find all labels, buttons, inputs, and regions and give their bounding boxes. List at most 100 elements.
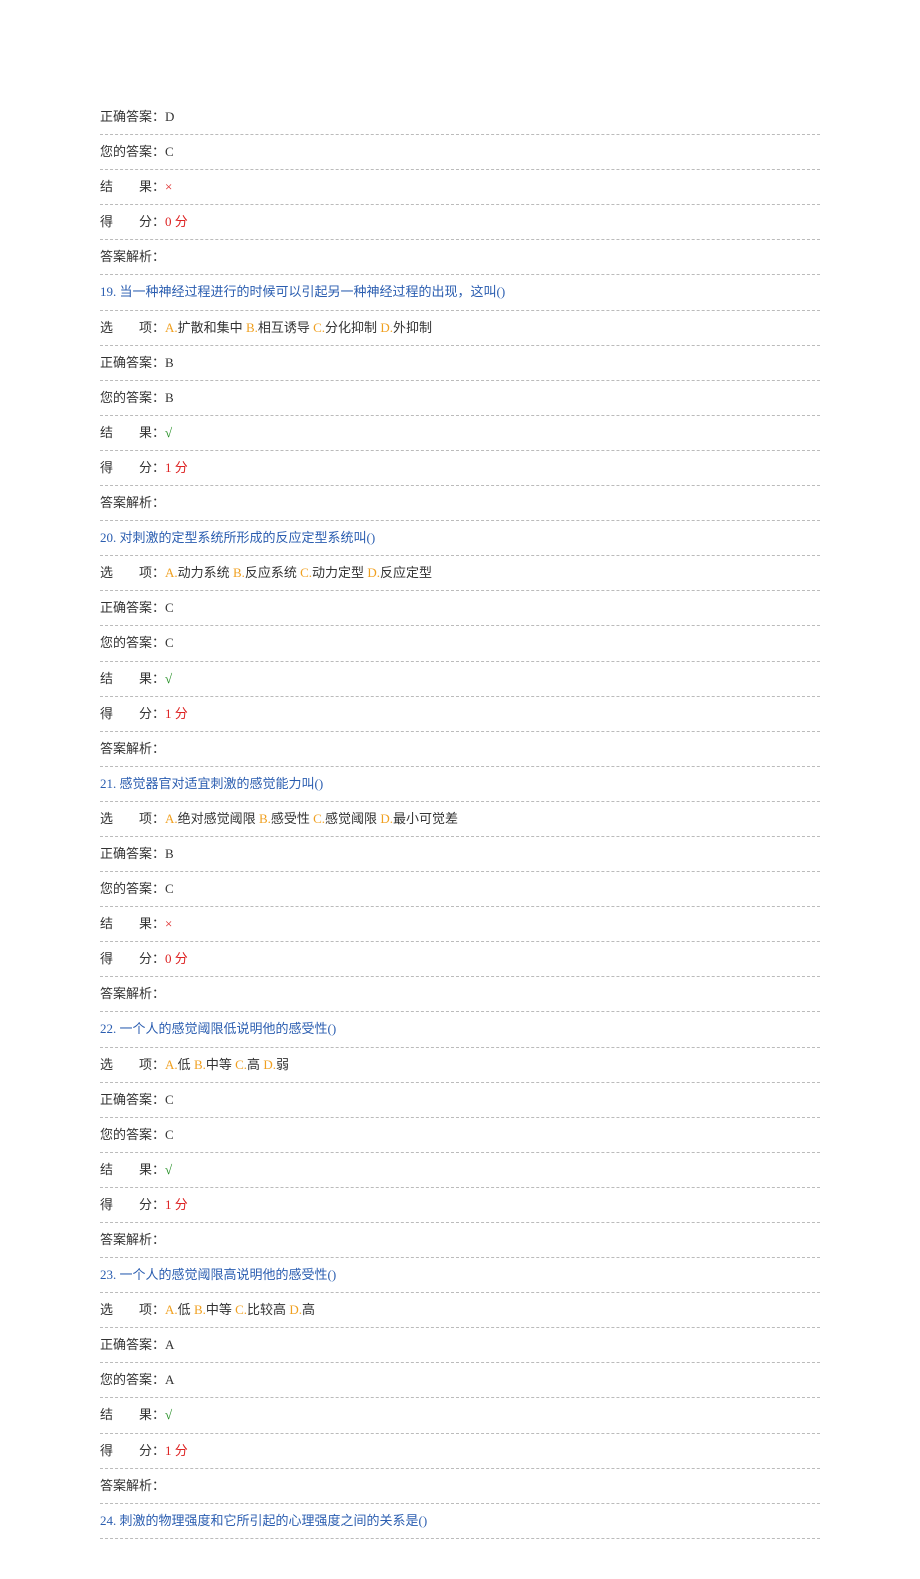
option-text: 低 bbox=[178, 1057, 194, 1072]
result-mark: √ bbox=[165, 1407, 172, 1422]
label-your: 您的答案 bbox=[100, 1369, 152, 1391]
option-text: 反应定型 bbox=[380, 565, 432, 580]
option-key: B. bbox=[259, 811, 271, 826]
label-your: 您的答案 bbox=[100, 1124, 152, 1146]
q24-text: 刺激的物理强度和它所引起的心理强度之间的关系是() bbox=[120, 1513, 428, 1528]
option-text: 分化抑制 bbox=[325, 320, 380, 335]
option-key: A. bbox=[165, 320, 178, 335]
label-score: 得 分 bbox=[100, 1440, 152, 1462]
your-answer: B bbox=[165, 390, 174, 405]
question-number: 19. bbox=[100, 284, 120, 299]
label-score: 得 分 bbox=[100, 211, 152, 233]
quiz-page: 正确答案：D 您的答案：C 结 果：× 得 分：0 分 答案解析： 19. 当一… bbox=[0, 0, 920, 1579]
label-correct: 正确答案 bbox=[100, 597, 152, 619]
question-text: 对刺激的定型系统所形成的反应定型系统叫() bbox=[120, 530, 376, 545]
result-row: 结 果：× bbox=[100, 907, 820, 942]
option-key: A. bbox=[165, 1057, 178, 1072]
score-row: 得 分：0 分 bbox=[100, 942, 820, 977]
option-key: C. bbox=[313, 320, 325, 335]
question-number: 20. bbox=[100, 530, 120, 545]
score-unit: 分 bbox=[172, 951, 188, 966]
question-title-row: 20. 对刺激的定型系统所形成的反应定型系统叫() bbox=[100, 521, 820, 556]
result-mark: √ bbox=[165, 425, 172, 440]
option-text: 中等 bbox=[206, 1302, 235, 1317]
your-answer: A bbox=[165, 1372, 174, 1387]
score-unit: 分 bbox=[172, 1443, 188, 1458]
question-title-row: 21. 感觉器官对适宜刺激的感觉能力叫() bbox=[100, 767, 820, 802]
option-key: D. bbox=[263, 1057, 276, 1072]
label-result: 结 果 bbox=[100, 1404, 152, 1426]
question-text: 当一种神经过程进行的时候可以引起另一种神经过程的出现，这叫() bbox=[120, 284, 506, 299]
option-text: 反应系统 bbox=[245, 565, 300, 580]
option-text: 低 bbox=[178, 1302, 194, 1317]
options-row: 选 项：A.扩散和集中 B.相互诱导 C.分化抑制 D.外抑制 bbox=[100, 311, 820, 346]
label-your: 您的答案 bbox=[100, 632, 152, 654]
label-options: 选 项 bbox=[100, 808, 152, 830]
score-row: 得 分：1 分 bbox=[100, 451, 820, 486]
options-row: 选 项：A.低 B.中等 C.高 D.弱 bbox=[100, 1048, 820, 1083]
q18-your: C bbox=[165, 144, 174, 159]
label-result: 结 果 bbox=[100, 176, 152, 198]
q18-your-row: 您的答案：C bbox=[100, 135, 820, 170]
correct-answer-row: 正确答案：B bbox=[100, 837, 820, 872]
question-title-row: 19. 当一种神经过程进行的时候可以引起另一种神经过程的出现，这叫() bbox=[100, 275, 820, 310]
your-answer: C bbox=[165, 881, 174, 896]
q18-result-mark: × bbox=[165, 179, 172, 194]
option-text: 动力定型 bbox=[312, 565, 367, 580]
correct-answer: C bbox=[165, 1092, 174, 1107]
options-row: 选 项：A.动力系统 B.反应系统 C.动力定型 D.反应定型 bbox=[100, 556, 820, 591]
option-text: 感受性 bbox=[271, 811, 313, 826]
option-key: D. bbox=[289, 1302, 302, 1317]
option-key: B. bbox=[194, 1302, 206, 1317]
label-explain: 答案解析 bbox=[100, 1475, 152, 1497]
option-key: D. bbox=[380, 320, 393, 335]
your-answer-row: 您的答案：B bbox=[100, 381, 820, 416]
question-text: 一个人的感觉阈限低说明他的感受性() bbox=[120, 1021, 337, 1036]
question-text: 一个人的感觉阈限高说明他的感受性() bbox=[120, 1267, 337, 1282]
question-title-row: 23. 一个人的感觉阈限高说明他的感受性() bbox=[100, 1258, 820, 1293]
option-key: C. bbox=[235, 1302, 247, 1317]
label-options: 选 项 bbox=[100, 1299, 152, 1321]
q18-score-row: 得 分：0 分 bbox=[100, 205, 820, 240]
correct-answer: B bbox=[165, 355, 174, 370]
q24-number: 24. bbox=[100, 1513, 116, 1528]
option-text: 高 bbox=[247, 1057, 263, 1072]
label-correct: 正确答案 bbox=[100, 106, 152, 128]
score-row: 得 分：1 分 bbox=[100, 1188, 820, 1223]
label-score: 得 分 bbox=[100, 1194, 152, 1216]
result-mark: √ bbox=[165, 671, 172, 686]
question-text: 感觉器官对适宜刺激的感觉能力叫() bbox=[120, 776, 324, 791]
correct-answer: B bbox=[165, 846, 174, 861]
options-row: 选 项：A.绝对感觉阈限 B.感受性 C.感觉阈限 D.最小可觉差 bbox=[100, 802, 820, 837]
option-key: D. bbox=[367, 565, 380, 580]
your-answer: C bbox=[165, 1127, 174, 1142]
option-key: C. bbox=[235, 1057, 247, 1072]
result-row: 结 果：√ bbox=[100, 662, 820, 697]
option-text: 绝对感觉阈限 bbox=[178, 811, 259, 826]
explain-row: 答案解析： bbox=[100, 732, 820, 767]
correct-answer-row: 正确答案：C bbox=[100, 591, 820, 626]
your-answer-row: 您的答案：C bbox=[100, 1118, 820, 1153]
your-answer-row: 您的答案：A bbox=[100, 1363, 820, 1398]
q18-result-row: 结 果：× bbox=[100, 170, 820, 205]
option-key: B. bbox=[246, 320, 258, 335]
option-key: B. bbox=[194, 1057, 206, 1072]
question-number: 21. bbox=[100, 776, 120, 791]
result-mark: × bbox=[165, 916, 172, 931]
option-text: 最小可觉差 bbox=[393, 811, 458, 826]
option-key: C. bbox=[313, 811, 325, 826]
option-text: 相互诱导 bbox=[258, 320, 313, 335]
your-answer: C bbox=[165, 635, 174, 650]
label-explain: 答案解析 bbox=[100, 492, 152, 514]
label-options: 选 项 bbox=[100, 1054, 152, 1076]
result-row: 结 果：√ bbox=[100, 1153, 820, 1188]
correct-answer-row: 正确答案：A bbox=[100, 1328, 820, 1363]
label-explain: 答案解析 bbox=[100, 738, 152, 760]
option-text: 感觉阈限 bbox=[325, 811, 380, 826]
option-text: 比较高 bbox=[247, 1302, 289, 1317]
label-your: 您的答案 bbox=[100, 141, 152, 163]
correct-answer: A bbox=[165, 1337, 174, 1352]
options-row: 选 项：A.低 B.中等 C.比较高 D.高 bbox=[100, 1293, 820, 1328]
score-unit: 分 bbox=[172, 706, 188, 721]
label-correct: 正确答案 bbox=[100, 1334, 152, 1356]
